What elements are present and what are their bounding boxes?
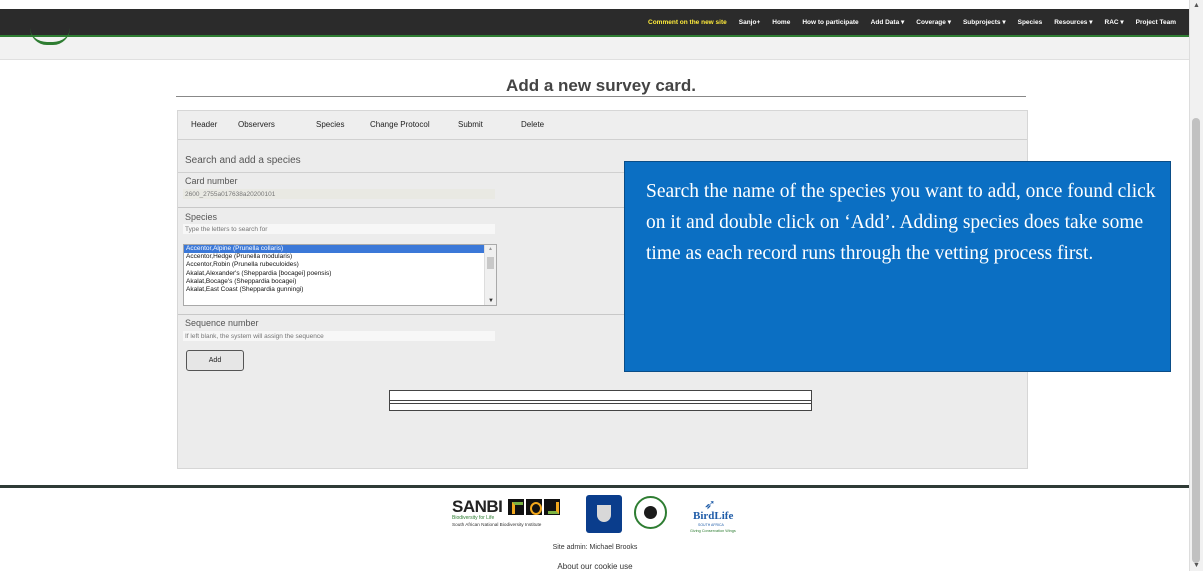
field-divider xyxy=(178,207,638,208)
nav-item[interactable]: How to participate xyxy=(796,19,864,26)
partner-seal-logo[interactable] xyxy=(634,496,667,529)
species-option[interactable]: Accentor,Robin (Prunella rubeculoides) xyxy=(184,261,484,269)
cookie-link[interactable]: About our cookie use xyxy=(0,562,1190,571)
header-band xyxy=(0,37,1190,60)
plant-icon xyxy=(508,499,524,515)
bird-icon xyxy=(544,499,560,515)
tab-observers[interactable]: Observers xyxy=(238,120,275,129)
scroll-up-icon[interactable]: ▲ xyxy=(488,246,493,252)
scroll-down-icon[interactable]: ▼ xyxy=(488,298,494,304)
species-option[interactable]: Accentor,Alpine (Prunella collaris) xyxy=(184,245,484,254)
scroll-down-icon[interactable]: ▼ xyxy=(1193,562,1200,569)
list-scrollbar[interactable]: ▲ ▼ xyxy=(484,245,496,305)
nav-item[interactable]: Species xyxy=(1012,19,1049,26)
uct-logo[interactable] xyxy=(586,495,622,533)
species-label: Species xyxy=(185,212,218,222)
nav-item[interactable]: Home xyxy=(766,19,796,26)
title-divider xyxy=(176,96,1026,97)
birdlife-subtitle: SOUTH AFRICA xyxy=(698,523,724,527)
scroll-up-icon[interactable]: ▲ xyxy=(1193,2,1200,9)
section-title: Search and add a species xyxy=(185,155,301,166)
nav-item[interactable]: Project Team xyxy=(1130,19,1182,26)
nav-item[interactable]: Resources ▾ xyxy=(1048,18,1098,26)
birdlife-logo[interactable]: ➶ BirdLife SOUTH AFRICA Giving Conservat… xyxy=(687,496,747,536)
species-option[interactable]: Accentor,Hedge (Prunella modularis) xyxy=(184,253,484,261)
page-scrollbar[interactable]: ▲ ▼ xyxy=(1189,0,1203,571)
nav-item[interactable]: Coverage ▾ xyxy=(910,18,957,26)
sanbi-logo[interactable]: SANBI Biodiversity for Life South Africa… xyxy=(452,496,577,532)
nav-menu: Comment on the new site Sanjo+ Home How to … xyxy=(642,9,1182,35)
instruction-callout: Search the name of the species you want … xyxy=(624,161,1171,372)
sequence-number-label: Sequence number xyxy=(185,318,259,328)
sanbi-tagline: Biodiversity for Life xyxy=(452,515,495,521)
page-title: Add a new survey card. xyxy=(506,76,696,95)
tab-change-protocol[interactable]: Change Protocol xyxy=(370,120,430,129)
top-navbar: Comment on the new site Sanjo+ Home How to … xyxy=(0,9,1190,37)
card-number-label: Card number xyxy=(185,176,238,186)
sanbi-tiles xyxy=(508,499,560,515)
sanbi-fullname: South African National Biodiversity Inst… xyxy=(452,522,542,527)
sequence-number-input[interactable] xyxy=(183,331,495,341)
nav-item[interactable]: Add Data ▾ xyxy=(865,18,911,26)
species-options: Accentor,Alpine (Prunella collaris) Accen… xyxy=(184,245,496,294)
species-option[interactable]: Akalat,East Coast (Sheppardia gunningi) xyxy=(184,286,484,294)
bird-icon xyxy=(644,506,657,519)
scroll-thumb[interactable] xyxy=(487,257,494,269)
tab-delete[interactable]: Delete xyxy=(521,120,544,129)
species-search-input[interactable] xyxy=(183,224,495,234)
tab-species[interactable]: Species xyxy=(316,120,344,129)
species-option[interactable]: Akalat,Alexander's (Sheppardia [bocagei]… xyxy=(184,270,484,278)
flower-icon xyxy=(526,499,542,515)
species-table-placeholder xyxy=(389,390,812,411)
scroll-thumb[interactable] xyxy=(1192,118,1200,563)
tab-header[interactable]: Header xyxy=(191,120,217,129)
nav-item[interactable]: Subprojects ▾ xyxy=(957,18,1012,26)
nav-item[interactable]: Sanjo+ xyxy=(733,19,767,26)
nav-item[interactable]: RAC ▾ xyxy=(1099,18,1130,26)
tab-bar: Header Observers Species Change Protocol… xyxy=(178,111,1027,140)
shield-icon xyxy=(597,505,611,522)
sanbi-wordmark: SANBI xyxy=(452,497,503,516)
top-strip xyxy=(0,0,1203,9)
birdlife-tagline: Giving Conservation Wings xyxy=(690,529,736,533)
footer-divider xyxy=(0,485,1190,488)
species-option[interactable]: Akalat,Bocage's (Sheppardia bocagei) xyxy=(184,278,484,286)
tab-submit[interactable]: Submit xyxy=(458,120,483,129)
card-number-field[interactable] xyxy=(183,189,495,199)
site-admin-text: Site admin: Michael Brooks xyxy=(552,544,638,551)
field-divider xyxy=(178,314,638,315)
birdlife-wordmark: BirdLife xyxy=(693,510,734,522)
add-button[interactable]: Add xyxy=(186,350,244,371)
species-select-list[interactable]: Accentor,Alpine (Prunella collaris) Accen… xyxy=(183,244,497,306)
nav-item[interactable]: Comment on the new site xyxy=(642,19,733,26)
